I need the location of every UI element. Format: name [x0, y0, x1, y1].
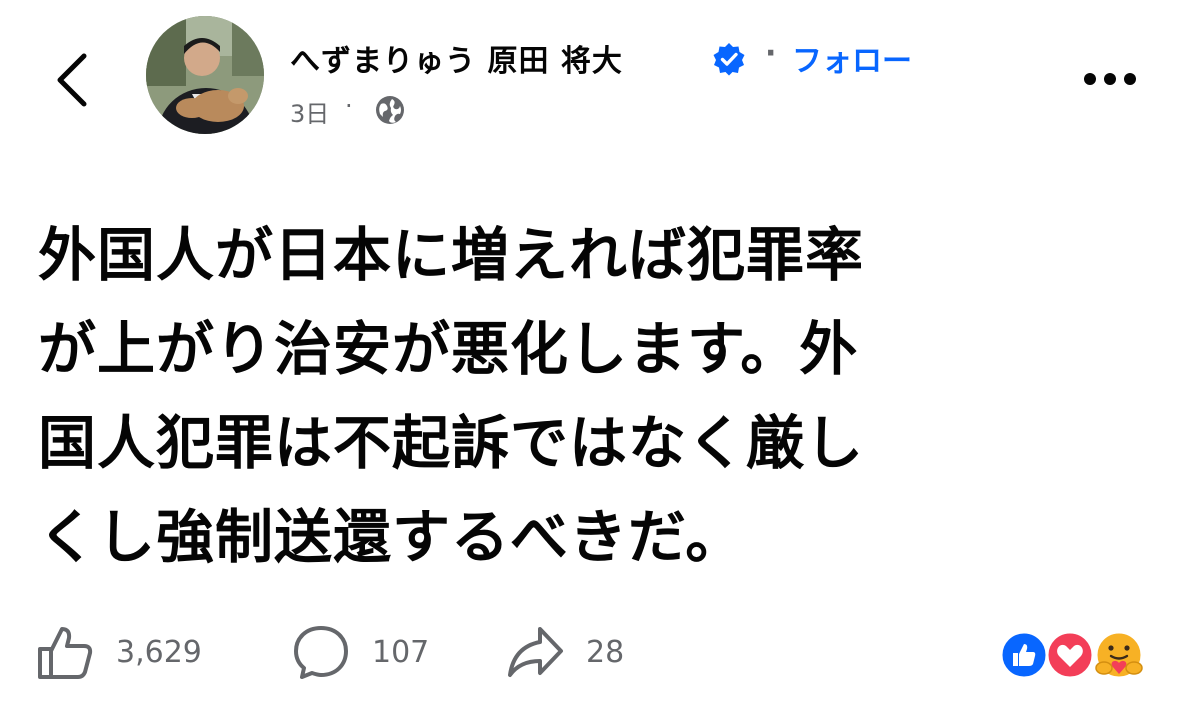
- verified-badge-icon: [713, 43, 745, 76]
- chevron-left-icon: [57, 53, 87, 107]
- post-timestamp[interactable]: 3日: [290, 94, 329, 129]
- back-button[interactable]: [50, 48, 96, 112]
- share-button[interactable]: 28: [506, 612, 624, 692]
- separator-dot: ·: [765, 36, 777, 71]
- like-count: 3,629: [116, 634, 202, 670]
- care-icon: [1094, 630, 1144, 680]
- avatar-photo: [146, 16, 264, 134]
- share-arrow-icon: [508, 627, 563, 677]
- love-icon: [1045, 630, 1095, 680]
- thumbs-up-icon: [38, 627, 93, 679]
- reactions-summary[interactable]: [998, 628, 1148, 682]
- globe-icon: [376, 96, 404, 124]
- post-text: 外国人が日本に増えれば犯罪率 が上がり治安が悪化します。外 国人犯罪は不起訴では…: [38, 221, 865, 571]
- comment-icon: [294, 626, 348, 679]
- comment-count: 107: [372, 634, 430, 670]
- comment-button[interactable]: 107: [292, 612, 429, 692]
- follow-button[interactable]: フォロー: [792, 36, 912, 80]
- share-count: 28: [586, 634, 625, 670]
- avatar[interactable]: [146, 16, 264, 134]
- meta-separator-dot: ·: [345, 92, 353, 120]
- like-button[interactable]: 3,629: [36, 612, 202, 692]
- more-horizontal-icon: [1084, 73, 1136, 85]
- like-icon: [999, 630, 1049, 680]
- author-name[interactable]: へずまりゅう 原田 将大: [290, 36, 623, 80]
- more-options-button[interactable]: [1080, 64, 1140, 94]
